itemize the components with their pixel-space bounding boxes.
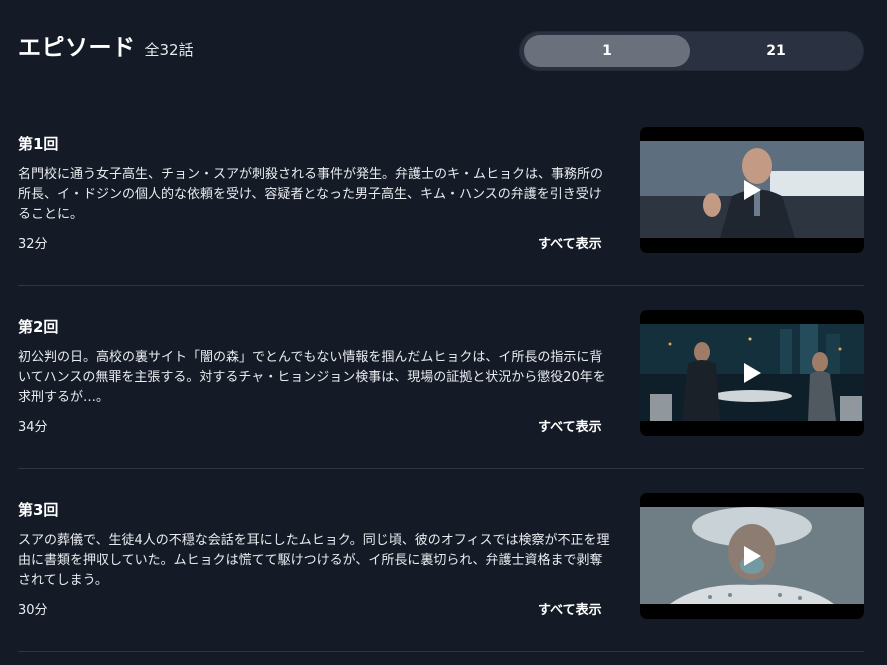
show-more-link[interactable]: すべて表示 [538, 233, 602, 252]
episode-item-2: 第2回 初公判の日。高校の裏サイト「闇の森」でとんでもない情報を掴んだムヒョクは… [18, 310, 864, 436]
episode-description: 初公判の日。高校の裏サイト「闇の森」でとんでもない情報を掴んだムヒョクは、イ所長… [18, 350, 606, 405]
show-more-link[interactable]: すべて表示 [538, 599, 602, 618]
episode-thumbnail[interactable] [640, 493, 864, 619]
episode-title: 第1回 [18, 135, 59, 153]
episode-description: 名門校に通う女子高生、チョン・スアが刺殺される事件が発生。弁護士のキ・ムヒョクは… [18, 167, 604, 222]
play-icon [744, 546, 761, 566]
episode-thumbnail[interactable] [640, 310, 864, 436]
range-tab-1[interactable]: 1 [524, 35, 690, 67]
episode-duration: 34分 [18, 420, 48, 435]
show-more-link[interactable]: すべて表示 [538, 416, 602, 435]
divider [18, 285, 864, 286]
play-icon [744, 363, 761, 383]
play-icon [744, 180, 761, 200]
episode-page: エピソード 全32話 1 21 第1回 名門校に通う女子高生、チョン・スアが刺殺… [0, 0, 887, 665]
episode-item-1: 第1回 名門校に通う女子高生、チョン・スアが刺殺される事件が発生。弁護士のキ・ム… [18, 127, 864, 253]
divider [18, 651, 864, 652]
page-title: エピソード [18, 35, 136, 61]
episode-count: 全32話 [144, 41, 194, 59]
episode-range-pager: 1 21 [519, 31, 864, 71]
episode-description: スアの葬儀で、生徒4人の不穏な会話を耳にしたムヒョク。同じ頃、彼のオフィスでは検… [18, 533, 610, 588]
divider [18, 468, 864, 469]
episode-title: 第2回 [18, 318, 59, 336]
episode-thumbnail[interactable] [640, 127, 864, 253]
episode-duration: 30分 [18, 603, 48, 618]
episode-title: 第3回 [18, 501, 59, 519]
range-tab-21[interactable]: 21 [693, 35, 859, 67]
episode-duration: 32分 [18, 237, 48, 252]
episode-item-3: 第3回 スアの葬儀で、生徒4人の不穏な会話を耳にしたムヒョク。同じ頃、彼のオフィ… [18, 493, 864, 619]
episodes-header: エピソード 全32話 [18, 28, 194, 62]
